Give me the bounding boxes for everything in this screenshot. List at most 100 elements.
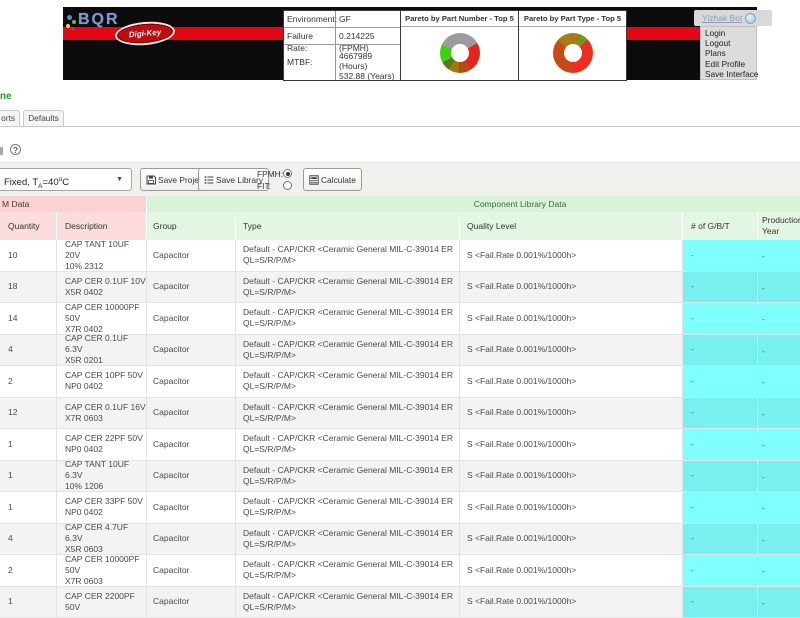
cell-type: Default - CAP/CKR <Ceramic General MIL-C… xyxy=(236,398,460,429)
cell-quantity: 2 xyxy=(0,555,57,586)
menu-item-edit-profile[interactable]: Edit Profile xyxy=(701,59,756,69)
calculate-button[interactable]: Calculate xyxy=(303,168,362,191)
cell-production-year: - xyxy=(758,524,800,555)
cell-type: Default - CAP/CKR <Ceramic General MIL-C… xyxy=(236,461,460,492)
bqr-logo-dot xyxy=(72,20,76,24)
cell-gbt: - xyxy=(683,335,758,366)
column-header-group[interactable]: Group xyxy=(147,212,236,240)
cell-group: Capacitor xyxy=(147,366,236,397)
mtbf-hours: 4667989 (Hours) xyxy=(339,51,400,71)
pareto-part-type-chart: Pareto by Part Type - Top 5 xyxy=(519,11,626,80)
cutoff-element xyxy=(0,147,3,155)
table-row[interactable]: 18 CAP CER 0.1UF 10VX5R 0402 Capacitor D… xyxy=(0,272,800,304)
cell-quantity: 12 xyxy=(0,398,57,429)
table-row[interactable]: 10 CAP TANT 10UF 20V10% 2312 Capacitor D… xyxy=(0,240,800,272)
cell-group: Capacitor xyxy=(147,240,236,271)
floppy-icon xyxy=(146,175,156,185)
menu-item-login[interactable]: Login xyxy=(701,28,756,38)
column-header-description[interactable]: Description xyxy=(57,212,147,240)
cell-production-year: - xyxy=(758,492,800,523)
bqr-logo: BQR xyxy=(78,11,120,29)
cell-quantity: 10 xyxy=(0,240,57,271)
donut-hole xyxy=(451,44,469,62)
table-row[interactable]: 12 CAP CER 0.1UF 16VX7R 0603 Capacitor D… xyxy=(0,398,800,430)
environment-value: GF xyxy=(336,11,400,27)
cell-type: Default - CAP/CKR <Ceramic General MIL-C… xyxy=(236,272,460,303)
menu-item-plans[interactable]: Plans xyxy=(701,48,756,58)
user-menu: Login Logout Plans Edit Profile Save Int… xyxy=(700,26,757,80)
calculate-label: Calculate xyxy=(321,175,356,185)
cell-production-year: - xyxy=(758,240,800,271)
save-library-label: Save Library xyxy=(216,175,263,185)
cell-production-year: - xyxy=(758,429,800,460)
bqr-logo-dot xyxy=(66,24,70,28)
table-row[interactable]: 2 CAP CER 10000PF 50VX7R 0603 Capacitor … xyxy=(0,555,800,587)
cell-gbt: - xyxy=(683,272,758,303)
pareto-part-type-title: Pareto by Part Type - Top 5 xyxy=(519,11,626,27)
cell-quantity: 1 xyxy=(0,461,57,492)
table-row[interactable]: 14 CAP CER 10000PF 50VX7R 0402 Capacitor… xyxy=(0,303,800,335)
cell-gbt: - xyxy=(683,366,758,397)
fit-radio[interactable] xyxy=(283,181,292,190)
fpmh-radio[interactable] xyxy=(283,169,292,178)
cell-group: Capacitor xyxy=(147,303,236,334)
mode-select-text: Fixed, T xyxy=(4,177,38,188)
tab-reports[interactable]: orts xyxy=(0,110,20,126)
cell-quantity: 14 xyxy=(0,303,57,334)
cell-quantity: 4 xyxy=(0,335,57,366)
cell-quality-level: S <Fail.Rate 0.001%/1000h> xyxy=(460,366,683,397)
cell-type: Default - CAP/CKR <Ceramic General MIL-C… xyxy=(236,429,460,460)
cell-description: CAP TANT 10UF 20V10% 2312 xyxy=(57,240,147,271)
cell-quality-level: S <Fail.Rate 0.001%/1000h> xyxy=(460,272,683,303)
cell-production-year: - xyxy=(758,303,800,334)
table-row[interactable]: 4 CAP CER 0.1UF 6.3VX5R 0201 Capacitor D… xyxy=(0,335,800,367)
cell-description: CAP CER 10PF 50VNP0 0402 xyxy=(57,366,147,397)
mtbf-label: MTBF: xyxy=(284,45,336,80)
fpmh-radio-label: FPMH: xyxy=(257,169,283,179)
user-avatar-icon[interactable] xyxy=(745,13,756,24)
table-row[interactable]: 4 CAP CER 4.7UF 6.3VX5R 0603 Capacitor D… xyxy=(0,524,800,556)
table-row[interactable]: 1 CAP CER 33PF 50VNP0 0402 Capacitor Def… xyxy=(0,492,800,524)
cell-quality-level: S <Fail.Rate 0.001%/1000h> xyxy=(460,429,683,460)
menu-item-logout[interactable]: Logout xyxy=(701,38,756,48)
cell-type: Default - CAP/CKR <Ceramic General MIL-C… xyxy=(236,492,460,523)
nav-link-partial[interactable]: ne xyxy=(0,91,12,102)
cell-quality-level: S <Fail.Rate 0.001%/1000h> xyxy=(460,524,683,555)
table-row[interactable]: 1 CAP CER 22PF 50VNP0 0402 Capacitor Def… xyxy=(0,429,800,461)
cell-quality-level: S <Fail.Rate 0.001%/1000h> xyxy=(460,587,683,618)
cell-quality-level: S <Fail.Rate 0.001%/1000h> xyxy=(460,555,683,586)
failure-rate-label: Failure Rate: xyxy=(284,28,336,44)
column-header-quantity[interactable]: Quantity xyxy=(0,212,57,240)
temperature-mode-select[interactable]: Fixed, TA=40oC ▼ xyxy=(0,168,132,191)
chevron-down-icon: ▼ xyxy=(116,169,123,190)
cell-production-year: - xyxy=(758,461,800,492)
cell-gbt: - xyxy=(683,429,758,460)
table-row[interactable]: 1 CAP TANT 10UF 6.3V10% 1206 Capacitor D… xyxy=(0,461,800,493)
bqr-logo-dot xyxy=(71,27,74,30)
column-header-quality-level[interactable]: Quality Level xyxy=(460,212,683,240)
calculator-icon xyxy=(309,175,319,185)
tab-defaults[interactable]: Defaults xyxy=(23,110,64,126)
table-row[interactable]: 2 CAP CER 10PF 50VNP0 0402 Capacitor Def… xyxy=(0,366,800,398)
column-header-gbt[interactable]: # of G/B/T xyxy=(683,212,758,240)
digikey-logo: Digi-Key xyxy=(116,22,173,46)
table-row[interactable]: 1 CAP CER 2200PF 50V Capacitor Default -… xyxy=(0,587,800,618)
column-header-production-year[interactable]: Production Year xyxy=(758,212,800,240)
mtbf-years: 532.88 (Years) xyxy=(339,71,400,81)
cell-type: Default - CAP/CKR <Ceramic General MIL-C… xyxy=(236,240,460,271)
cell-gbt: - xyxy=(683,587,758,618)
cell-production-year: - xyxy=(758,366,800,397)
bqr-logo-dot xyxy=(67,15,72,20)
cell-gbt: - xyxy=(683,555,758,586)
cell-gbt: - xyxy=(683,303,758,334)
cell-description: CAP CER 0.1UF 6.3VX5R 0201 xyxy=(57,335,147,366)
menu-item-save-interface[interactable]: Save Interface xyxy=(701,69,756,79)
cell-type: Default - CAP/CKR <Ceramic General MIL-C… xyxy=(236,555,460,586)
cell-description: CAP CER 10000PF 50VX7R 0603 xyxy=(57,555,147,586)
username-link[interactable]: Yizhak Bot xyxy=(702,13,742,23)
column-header-type[interactable]: Type xyxy=(236,212,460,240)
help-icon[interactable]: ? xyxy=(10,144,21,155)
mtbf-value: 4667989 (Hours) 532.88 (Years) xyxy=(336,45,400,80)
cell-group: Capacitor xyxy=(147,335,236,366)
cell-group: Capacitor xyxy=(147,461,236,492)
